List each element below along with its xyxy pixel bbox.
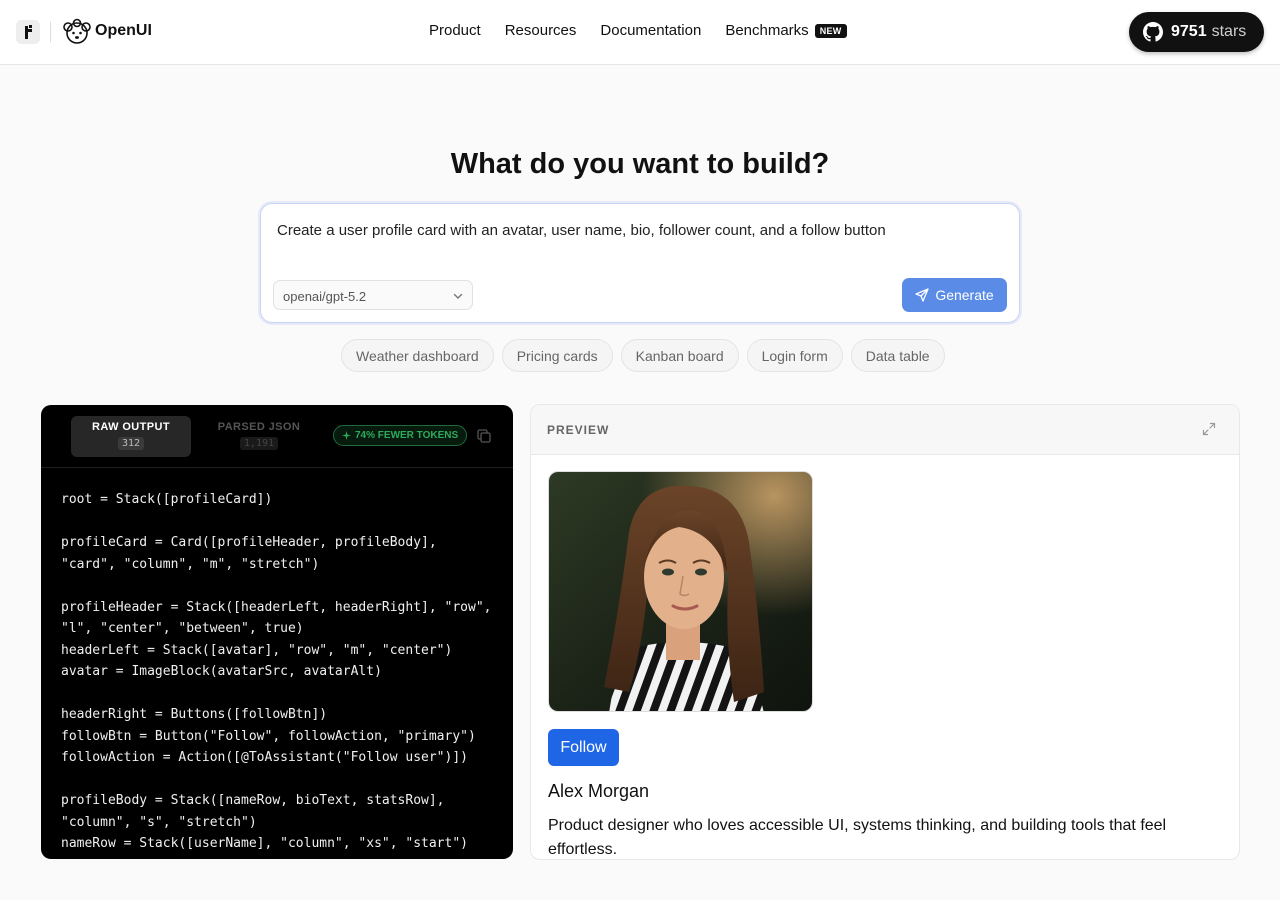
copy-icon[interactable] <box>477 429 491 443</box>
nav-link-documentation[interactable]: Documentation <box>600 22 701 39</box>
fewer-tokens-badge: 74% FEWER TOKENS <box>333 425 468 446</box>
send-icon <box>915 288 929 302</box>
nav-links: Product Resources Documentation Benchmar… <box>429 22 847 39</box>
prompt-box: Create a user profile card with an avata… <box>260 203 1020 323</box>
top-nav: OpenUI Product Resources Documentation B… <box>0 0 1280 65</box>
preview-panel: PREVIEW Follow Alex Morgan Product desig… <box>530 404 1240 860</box>
tab-raw-output-count: 312 <box>117 437 145 450</box>
page-title: What do you want to build? <box>450 148 830 180</box>
nav-link-benchmarks[interactable]: Benchmarks NEW <box>725 22 847 39</box>
user-bio: Product designer who loves accessible UI… <box>548 817 1167 858</box>
user-name: Alex Morgan <box>548 781 650 801</box>
expand-icon[interactable] <box>1202 422 1216 436</box>
chip-weather-dashboard[interactable]: Weather dashboard <box>341 339 494 372</box>
new-badge: NEW <box>814 23 847 38</box>
nav-link-resources[interactable]: Resources <box>505 22 577 39</box>
avatar-image <box>548 471 813 712</box>
model-select-value: openai/gpt-5.2 <box>283 289 367 304</box>
code-panel-header: RAW OUTPUT 312 PARSED JSON 1,191 74% FEW… <box>41 405 513 468</box>
sparkle-icon <box>342 431 351 440</box>
fewer-tokens-label: 74% FEWER TOKENS <box>355 430 459 441</box>
generate-button[interactable]: Generate <box>902 278 1007 312</box>
code-panel: RAW OUTPUT 312 PARSED JSON 1,191 74% FEW… <box>41 405 513 859</box>
tab-parsed-json-count: 1,191 <box>239 437 279 450</box>
stars-label: stars <box>1211 23 1247 40</box>
brand-name[interactable]: OpenUI <box>95 22 152 40</box>
github-icon <box>1143 22 1163 42</box>
chip-pricing-cards[interactable]: Pricing cards <box>501 339 613 372</box>
follow-button[interactable]: Follow <box>548 729 619 766</box>
github-stars-button[interactable]: 9751 stars <box>1129 12 1264 52</box>
chip-data-table[interactable]: Data table <box>850 339 945 372</box>
model-select[interactable]: openai/gpt-5.2 <box>273 280 473 310</box>
preview-header: PREVIEW <box>531 405 1239 455</box>
tab-parsed-json-label: PARSED JSON <box>217 421 301 433</box>
chip-kanban-board[interactable]: Kanban board <box>620 339 739 372</box>
preview-title: PREVIEW <box>547 423 610 437</box>
code-output: root = Stack([profileCard]) profileCard … <box>61 492 492 859</box>
nav-link-benchmarks-label: Benchmarks <box>725 22 809 39</box>
example-chips: Weather dashboard Pricing cards Kanban b… <box>341 339 945 372</box>
nav-link-product[interactable]: Product <box>429 22 481 39</box>
home-logo-icon[interactable] <box>16 20 40 44</box>
chip-login-form[interactable]: Login form <box>746 339 843 372</box>
tab-parsed-json[interactable]: PARSED JSON 1,191 <box>211 416 307 457</box>
tab-raw-output[interactable]: RAW OUTPUT 312 <box>71 416 191 457</box>
generate-button-label: Generate <box>935 287 994 303</box>
poodle-logo-icon[interactable] <box>61 18 93 46</box>
prompt-input[interactable]: Create a user profile card with an avata… <box>277 222 886 239</box>
brand-divider <box>50 22 51 42</box>
chevron-down-icon <box>453 293 463 299</box>
tab-raw-output-label: RAW OUTPUT <box>92 421 170 433</box>
portrait-photo <box>549 472 812 711</box>
stars-count: 9751 <box>1171 23 1207 40</box>
